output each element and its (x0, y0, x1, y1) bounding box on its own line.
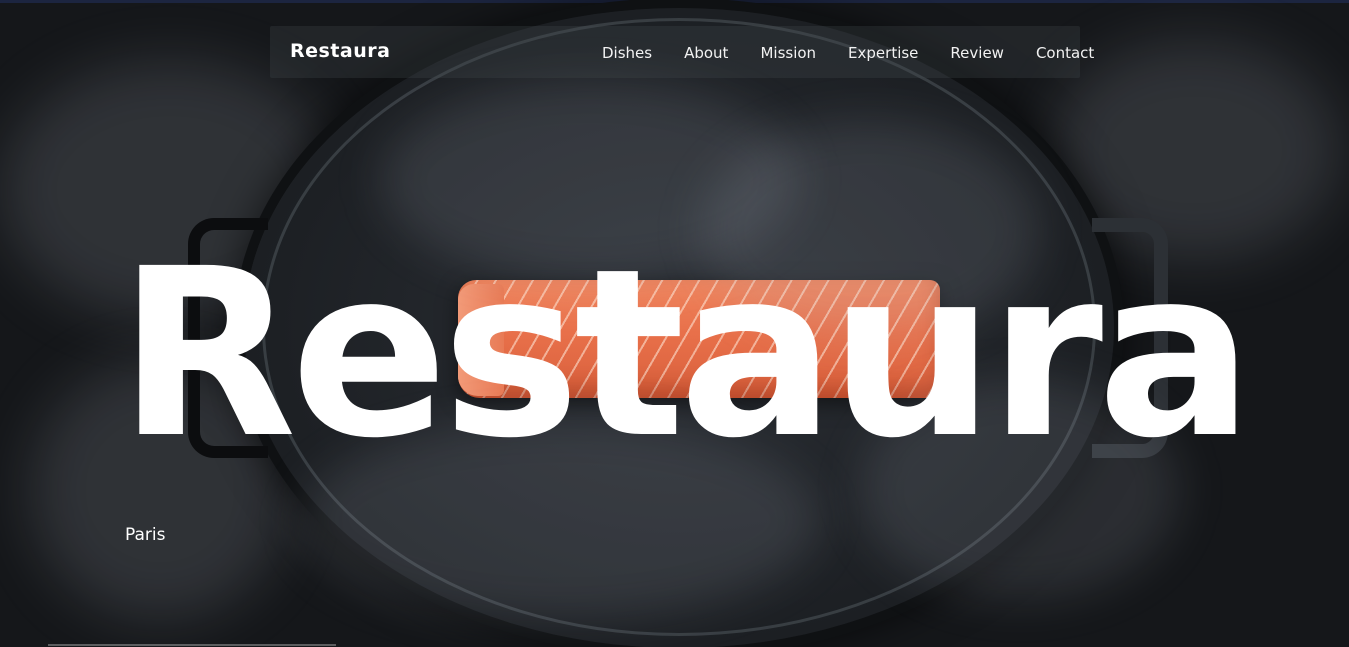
nav-item-dishes[interactable]: Dishes (602, 44, 652, 62)
top-border (0, 0, 1349, 3)
nav-item-review[interactable]: Review (950, 44, 1004, 62)
nav-item-expertise[interactable]: Expertise (848, 44, 918, 62)
hero-location: Paris (125, 525, 166, 545)
nav-item-contact[interactable]: Contact (1036, 44, 1094, 62)
nav-links: Dishes About Mission Expertise Review Co… (602, 44, 1094, 62)
nav-item-about[interactable]: About (684, 44, 728, 62)
hero-section: Restaura Dishes About Mission Expertise … (0, 0, 1349, 647)
scroll-indicator (48, 644, 336, 646)
hero-title: Restaura (118, 219, 1254, 489)
brand-logo[interactable]: Restaura (290, 40, 390, 62)
nav-item-mission[interactable]: Mission (760, 44, 816, 62)
